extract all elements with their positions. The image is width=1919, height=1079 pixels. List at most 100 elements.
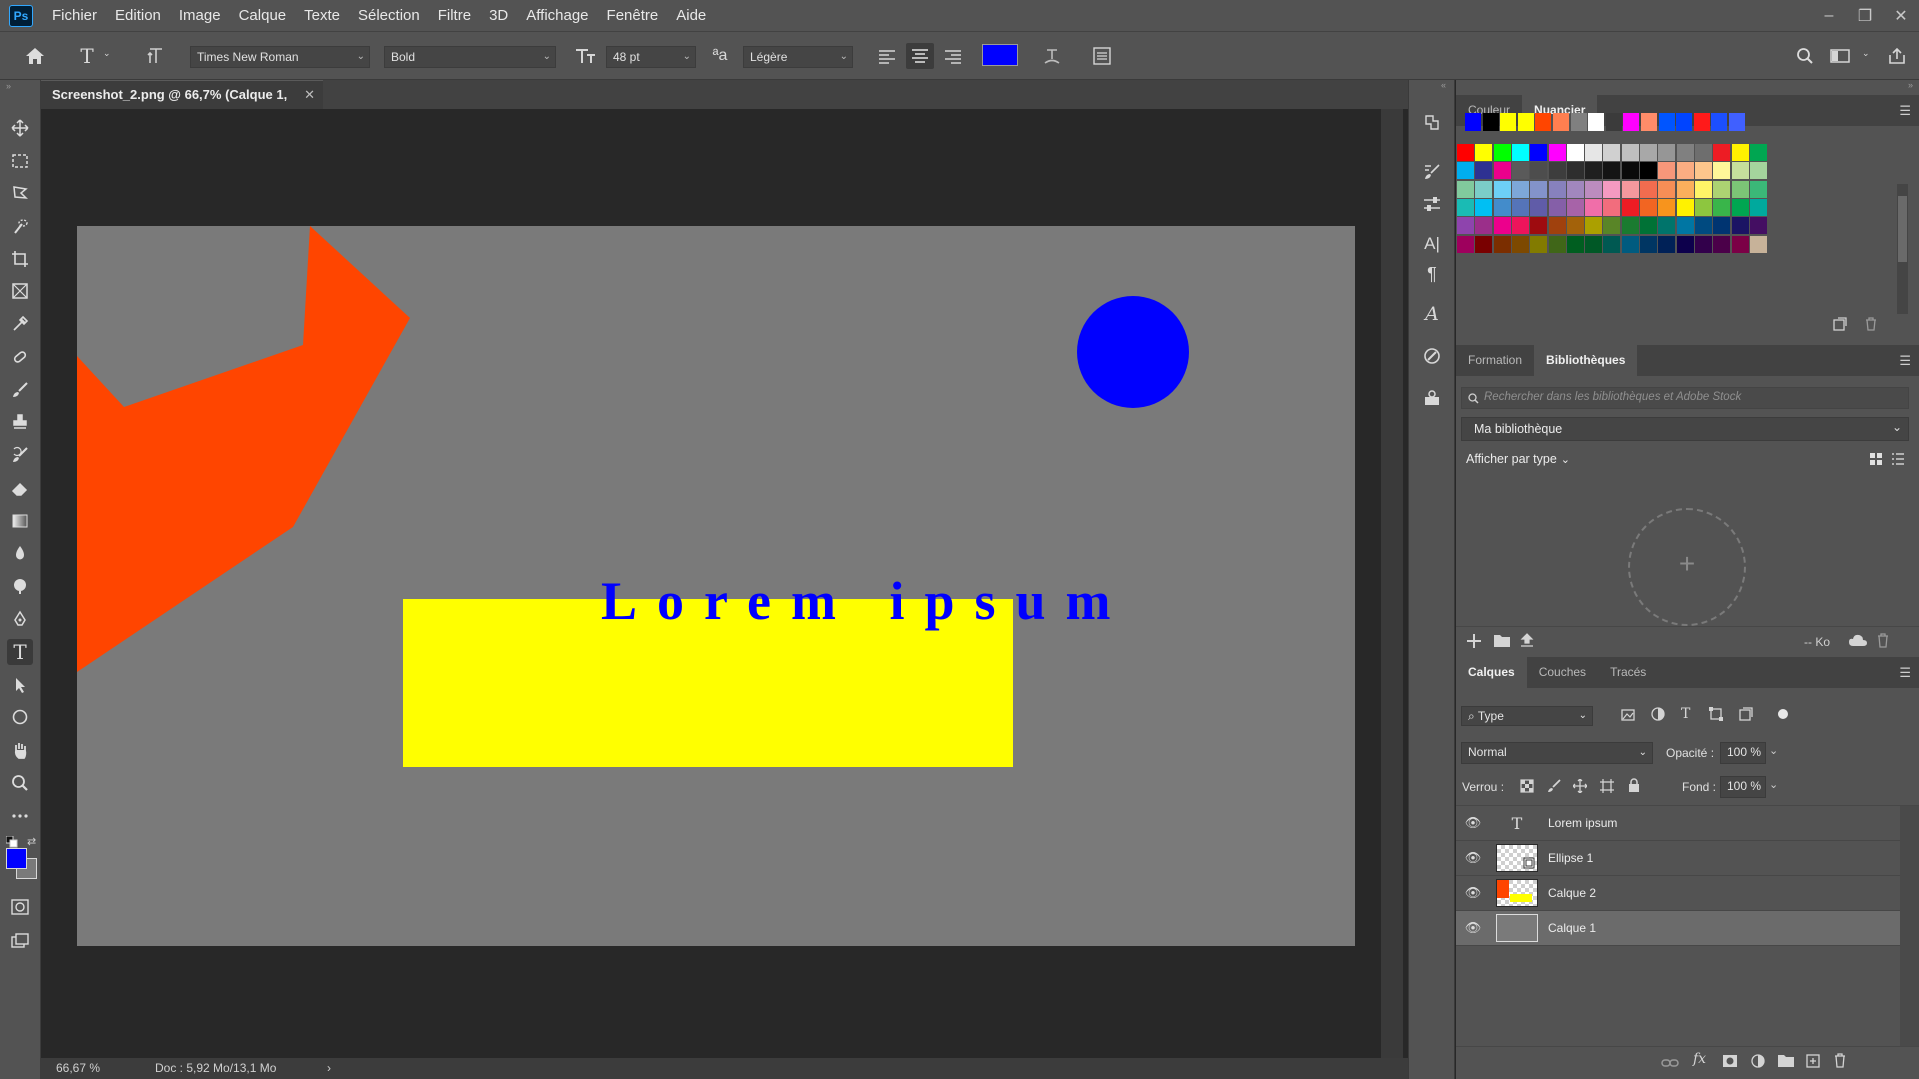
swatch-cell[interactable]: [1548, 180, 1566, 198]
crop-tool-icon[interactable]: [7, 246, 33, 272]
filter-shape-icon[interactable]: [1709, 707, 1723, 724]
swatch-cell[interactable]: [1621, 198, 1639, 216]
swatch-cell[interactable]: [1457, 198, 1474, 216]
swatch-cell[interactable]: [1713, 180, 1731, 198]
swatch-cell[interactable]: [1457, 162, 1474, 180]
swatch-cell[interactable]: [1585, 180, 1603, 198]
menu-aide[interactable]: Aide: [667, 0, 715, 31]
swatch-cell[interactable]: [1530, 217, 1548, 235]
menu-filtre[interactable]: Filtre: [429, 0, 480, 31]
move-tool-icon[interactable]: [7, 115, 33, 141]
swatch-cell[interactable]: [1530, 198, 1548, 216]
recent-swatch[interactable]: [1676, 113, 1693, 131]
tab-traces[interactable]: Tracés: [1598, 657, 1658, 688]
swatch-cell[interactable]: [1731, 180, 1749, 198]
menu-texte[interactable]: Texte: [295, 0, 349, 31]
fill-chevron-icon[interactable]: ⌄: [1769, 778, 1778, 791]
tab-couches[interactable]: Couches: [1527, 657, 1598, 688]
delete-icon[interactable]: [1876, 633, 1890, 651]
swatch-cell[interactable]: [1457, 180, 1474, 198]
swatch-cell[interactable]: [1493, 144, 1511, 161]
swatch-cell[interactable]: [1621, 162, 1639, 180]
swatch-cell[interactable]: [1694, 198, 1712, 216]
blur-tool-icon[interactable]: [7, 540, 33, 566]
marquee-tool-icon[interactable]: [7, 148, 33, 174]
swatch-cell[interactable]: [1749, 162, 1767, 180]
vertical-scrollbar[interactable]: [1381, 109, 1403, 1059]
ellipse-tool-icon[interactable]: [7, 704, 33, 730]
foreground-color-swatch[interactable]: [6, 848, 27, 869]
swatch-cell[interactable]: [1676, 198, 1694, 216]
swatch-cell[interactable]: [1603, 162, 1621, 180]
share-icon[interactable]: [1885, 44, 1909, 68]
zoom-tool-icon[interactable]: [7, 770, 33, 796]
collapse-arrows-icon[interactable]: «: [1441, 80, 1446, 90]
swatch-cell[interactable]: [1640, 198, 1657, 216]
library-search-input[interactable]: Rechercher dans les bibliothèques et Ado…: [1461, 387, 1909, 409]
swatch-cell[interactable]: [1749, 217, 1767, 235]
swatch-cell[interactable]: [1585, 235, 1603, 253]
swatch-cell[interactable]: [1566, 198, 1584, 216]
history-icon[interactable]: [1420, 110, 1444, 134]
swatch-cell[interactable]: [1676, 180, 1694, 198]
filter-type-icon[interactable]: T: [1681, 706, 1690, 722]
menu-fichier[interactable]: Fichier: [43, 0, 106, 31]
brush-tool-icon[interactable]: [7, 377, 33, 403]
swatch-cell[interactable]: [1566, 217, 1584, 235]
eraser-tool-icon[interactable]: [7, 475, 33, 501]
swatch-cell[interactable]: [1713, 217, 1731, 235]
menu-fenetre[interactable]: Fenêtre: [598, 0, 668, 31]
lock-transparency-icon[interactable]: [1520, 779, 1534, 796]
swatch-cell[interactable]: [1749, 144, 1767, 161]
swatch-cell[interactable]: [1548, 217, 1566, 235]
opacity-chevron-icon[interactable]: ⌄: [1769, 744, 1778, 757]
adjustments-icon[interactable]: [1420, 192, 1444, 216]
opacity-input[interactable]: 100 %: [1720, 742, 1766, 764]
add-element-icon[interactable]: [1466, 633, 1482, 652]
swatch-cell[interactable]: [1475, 235, 1493, 253]
align-left-icon[interactable]: [874, 45, 900, 69]
swatch-cell[interactable]: [1658, 235, 1676, 253]
swatch-cell[interactable]: [1731, 235, 1749, 253]
new-layer-icon[interactable]: [1806, 1054, 1820, 1071]
panel-menu-icon[interactable]: ☰: [1899, 103, 1911, 119]
swatch-cell[interactable]: [1603, 217, 1621, 235]
minimize-button[interactable]: –: [1811, 0, 1847, 31]
swatch-cell[interactable]: [1640, 180, 1657, 198]
view-by-type-dropdown[interactable]: Afficher par type ⌄: [1466, 452, 1570, 466]
recent-swatch[interactable]: [1482, 113, 1499, 131]
menu-edition[interactable]: Edition: [106, 0, 170, 31]
align-center-icon[interactable]: [906, 43, 934, 69]
collapse-arrows-icon[interactable]: »: [1908, 80, 1913, 90]
document-canvas[interactable]: Lorem ipsum: [77, 226, 1355, 946]
swatch-cell[interactable]: [1475, 217, 1493, 235]
swatch-cell[interactable]: [1658, 180, 1676, 198]
lock-position-icon[interactable]: [1572, 778, 1588, 796]
font-style-select[interactable]: Bold ⌄: [384, 46, 556, 68]
swatch-cell[interactable]: [1731, 198, 1749, 216]
blend-mode-select[interactable]: Normal ⌄: [1461, 742, 1653, 764]
character-panel-icon[interactable]: [1090, 44, 1114, 68]
swatch-cell[interactable]: [1493, 162, 1511, 180]
filter-adjustment-icon[interactable]: [1651, 707, 1665, 724]
lock-pixels-icon[interactable]: [1547, 779, 1561, 796]
type-tool-preset-icon[interactable]: T: [76, 43, 98, 69]
swatch-cell[interactable]: [1658, 217, 1676, 235]
panel-menu-icon[interactable]: ☰: [1899, 353, 1911, 369]
align-right-icon[interactable]: [940, 45, 966, 69]
swatch-cell[interactable]: [1640, 162, 1657, 180]
swatch-cell[interactable]: [1475, 144, 1493, 161]
gradient-tool-icon[interactable]: [7, 508, 33, 534]
swatch-cell[interactable]: [1566, 144, 1584, 161]
folder-icon[interactable]: [1493, 633, 1511, 651]
swatches-scrollbar[interactable]: [1897, 184, 1908, 314]
swatch-cell[interactable]: [1713, 235, 1731, 253]
swatch-cell[interactable]: [1511, 162, 1529, 180]
swap-colors-icon[interactable]: ⇄: [27, 835, 36, 848]
recent-swatch[interactable]: [1500, 113, 1517, 131]
glyphs-icon[interactable]: A: [1420, 302, 1444, 326]
new-swatch-group-icon[interactable]: [1833, 317, 1847, 334]
properties-icon[interactable]: [1420, 344, 1444, 368]
upload-icon[interactable]: [1519, 632, 1535, 651]
swatch-cell[interactable]: [1640, 217, 1657, 235]
